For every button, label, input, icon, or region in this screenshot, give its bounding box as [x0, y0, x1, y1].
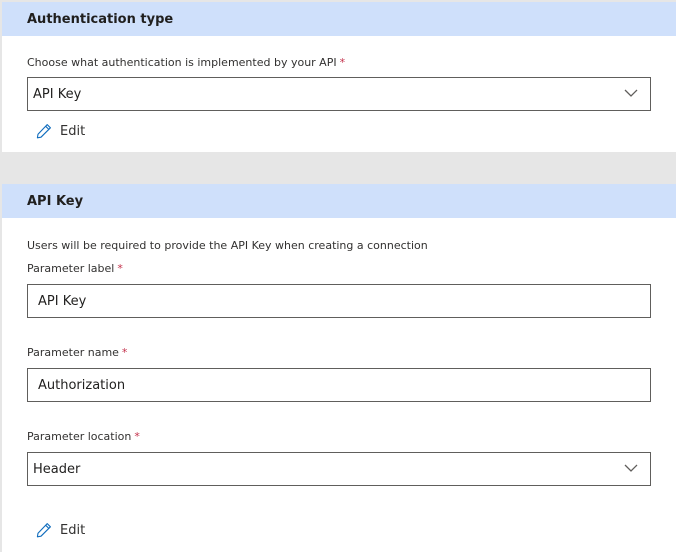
- parameter-label-input[interactable]: API Key: [27, 284, 651, 318]
- api-key-header: API Key: [2, 184, 676, 218]
- parameter-label-field-label: Parameter label *: [27, 262, 123, 275]
- auth-type-dropdown[interactable]: API Key: [27, 77, 651, 111]
- required-mark: *: [117, 262, 123, 275]
- chevron-down-icon: [624, 464, 638, 472]
- parameter-location-selected-value: Header: [33, 461, 81, 477]
- auth-type-field-label: Choose what authentication is implemente…: [27, 56, 346, 69]
- api-key-description: Users will be required to provide the AP…: [27, 239, 428, 252]
- edit-label: Edit: [60, 123, 86, 139]
- parameter-location-dropdown[interactable]: Header: [27, 452, 651, 486]
- auth-type-selected-value: API Key: [33, 86, 82, 102]
- api-key-edit-button[interactable]: Edit: [36, 522, 85, 538]
- auth-type-panel: Authentication type Choose what authenti…: [2, 2, 676, 152]
- edit-pencil-icon: [36, 523, 51, 538]
- api-key-title: API Key: [27, 193, 84, 209]
- required-mark: *: [134, 430, 140, 443]
- parameter-name-field-label: Parameter name *: [27, 346, 128, 359]
- api-key-panel: API Key Users will be required to provid…: [2, 184, 676, 552]
- required-mark: *: [339, 56, 346, 69]
- edit-label: Edit: [60, 522, 86, 538]
- required-mark: *: [121, 346, 128, 359]
- parameter-name-value: Authorization: [38, 377, 126, 393]
- parameter-name-input[interactable]: Authorization: [27, 368, 651, 402]
- auth-type-title: Authentication type: [27, 11, 174, 27]
- parameter-location-field-label: Parameter location *: [27, 430, 140, 443]
- edit-pencil-icon: [36, 124, 51, 139]
- auth-type-edit-button[interactable]: Edit: [36, 123, 85, 139]
- auth-type-header: Authentication type: [2, 2, 676, 36]
- parameter-label-value: API Key: [38, 293, 87, 309]
- chevron-down-icon: [624, 89, 638, 97]
